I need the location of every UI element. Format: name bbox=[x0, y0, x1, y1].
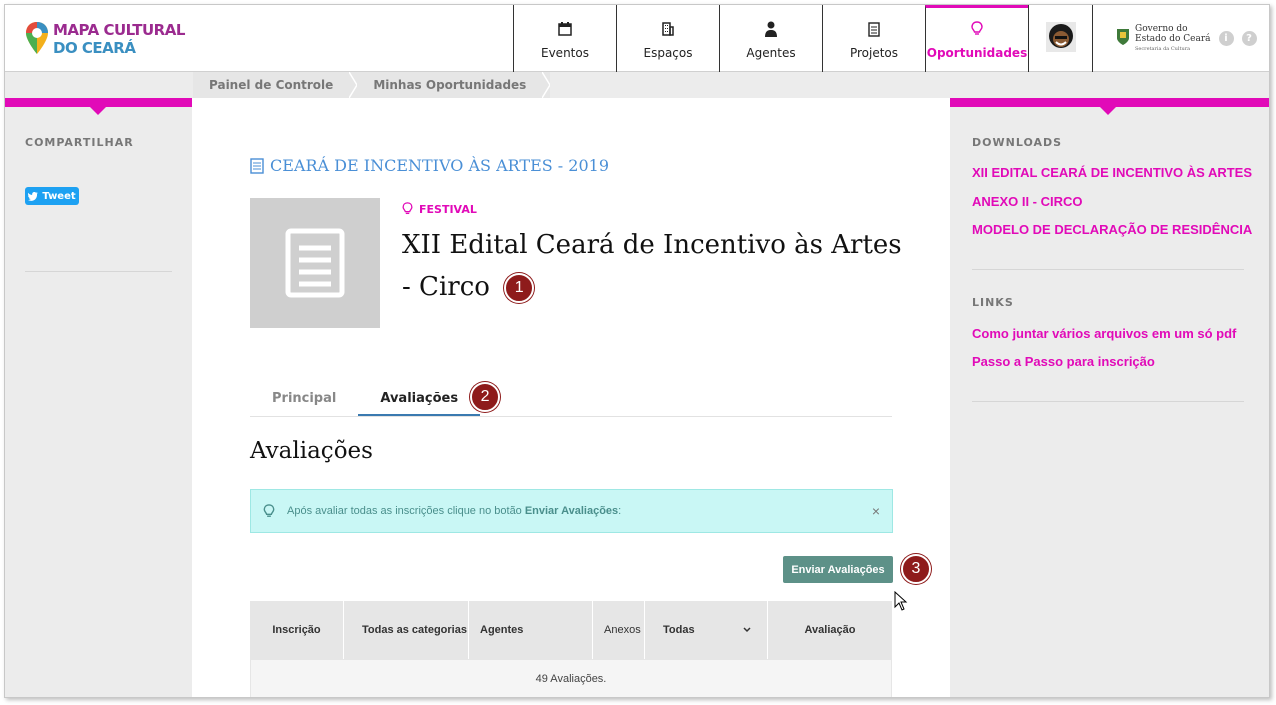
gov-line-2: Estado do Ceará bbox=[1135, 33, 1211, 44]
download-link-edital[interactable]: XII EDITAL CEARÁ DE INCENTIVO ÀS ARTES bbox=[972, 165, 1252, 180]
logo-line-2: DO CEARÁ bbox=[53, 39, 136, 57]
nav-label: Agentes bbox=[746, 46, 796, 60]
parent-project-link[interactable]: CEARÁ DE INCENTIVO ÀS ARTES - 2019 bbox=[250, 156, 609, 175]
accent-arrow bbox=[1100, 107, 1116, 115]
right-sidebar: DOWNLOADS XII EDITAL CEARÁ DE INCENTIVO … bbox=[950, 72, 1269, 697]
breadcrumb-item-oportunidades[interactable]: Minhas Oportunidades bbox=[357, 78, 542, 92]
tweet-label: Tweet bbox=[42, 190, 76, 202]
nav-projetos[interactable]: Projetos bbox=[822, 5, 925, 72]
title-line-2: - Circo bbox=[402, 272, 490, 302]
section-title: Avaliações bbox=[250, 438, 373, 464]
nav-agentes[interactable]: Agentes bbox=[719, 5, 822, 72]
mouse-cursor-icon bbox=[894, 590, 908, 615]
download-link-anexo[interactable]: ANEXO II - CIRCO bbox=[972, 194, 1083, 209]
ceara-seal-icon bbox=[1115, 28, 1131, 50]
right-divider bbox=[972, 401, 1244, 402]
column-anexos[interactable]: Anexos bbox=[593, 601, 645, 659]
document-icon bbox=[868, 20, 880, 38]
parent-project-label: CEARÁ DE INCENTIVO ÀS ARTES - 2019 bbox=[270, 156, 609, 175]
document-icon bbox=[250, 157, 264, 174]
map-pin-logo-icon bbox=[25, 21, 49, 55]
accent-arrow bbox=[90, 107, 106, 115]
alert-text: Após avaliar todas as inscrições clique … bbox=[287, 505, 522, 517]
avatar bbox=[1045, 21, 1076, 56]
breadcrumb: Painel de Controle Minhas Oportunidades bbox=[193, 72, 551, 98]
send-evaluations-button[interactable]: Enviar Avaliações bbox=[783, 556, 893, 583]
nav-oportunidades[interactable]: Oportunidades bbox=[925, 5, 1028, 72]
share-title: COMPARTILHAR bbox=[25, 136, 134, 149]
status-filter-label: Todas bbox=[663, 624, 695, 636]
title-line-1: XII Edital Ceará de Incentivo às Artes bbox=[402, 230, 902, 260]
user-avatar-button[interactable] bbox=[1028, 5, 1092, 72]
opportunity-type-label: FESTIVAL bbox=[419, 202, 477, 216]
nav-label: Eventos bbox=[541, 46, 589, 60]
building-icon bbox=[661, 20, 675, 38]
chevron-down-icon bbox=[743, 627, 751, 633]
tab-avaliacoes[interactable]: Avaliações bbox=[358, 386, 481, 416]
alert-tail: : bbox=[618, 505, 622, 517]
column-agentes[interactable]: Agentes bbox=[469, 601, 593, 659]
breadcrumb-separator-icon bbox=[542, 72, 551, 98]
downloads-title: DOWNLOADS bbox=[972, 136, 1063, 149]
logo-line-1: MAPA CULTURAL bbox=[53, 21, 185, 39]
breadcrumb-separator-icon bbox=[349, 72, 358, 98]
info-alert: Após avaliar todas as inscrições clique … bbox=[250, 489, 893, 533]
lightbulb-icon bbox=[971, 20, 983, 38]
accent-bar bbox=[950, 98, 1269, 107]
nav-label: Oportunidades bbox=[926, 46, 1028, 60]
government-logo: Governo do Estado do Ceará Secretaria da… bbox=[1092, 5, 1269, 72]
table-header: Inscrição Todas as categorias Agentes An… bbox=[250, 601, 892, 659]
logo-text: MAPA CULTURAL DO CEARÁ bbox=[53, 21, 185, 57]
gov-line-1: Governo do bbox=[1135, 23, 1188, 34]
column-inscricao[interactable]: Inscrição bbox=[250, 601, 344, 659]
breadcrumb-item-painel[interactable]: Painel de Controle bbox=[193, 78, 349, 92]
table-summary: 49 Avaliações. bbox=[250, 659, 892, 697]
download-link-declaracao[interactable]: MODELO DE DECLARAÇÃO DE RESIDÊNCIA bbox=[972, 222, 1252, 237]
column-status-filter[interactable]: Todas bbox=[645, 601, 768, 659]
main-content: CEARÁ DE INCENTIVO ÀS ARTES - 2019 FESTI… bbox=[192, 98, 950, 697]
lightbulb-icon bbox=[263, 503, 275, 517]
site-header: MAPA CULTURAL DO CEARÁ Eventos Espaços A… bbox=[5, 5, 1269, 72]
site-logo[interactable]: MAPA CULTURAL DO CEARÁ bbox=[25, 21, 185, 57]
close-icon[interactable]: × bbox=[872, 503, 880, 519]
nav-label: Projetos bbox=[849, 46, 899, 60]
links-title: LINKS bbox=[972, 296, 1014, 309]
document-placeholder-icon bbox=[285, 228, 345, 298]
nav-espacos[interactable]: Espaços bbox=[616, 5, 719, 72]
left-divider bbox=[25, 271, 172, 272]
tweet-button[interactable]: Tweet bbox=[25, 187, 79, 205]
info-icon[interactable]: i bbox=[1218, 31, 1234, 46]
column-avaliacao[interactable]: Avaliação bbox=[768, 601, 892, 659]
step-marker-1: 1 bbox=[504, 273, 535, 303]
left-sidebar: COMPARTILHAR Tweet bbox=[5, 72, 192, 697]
lightbulb-icon bbox=[402, 202, 413, 215]
column-categorias-filter[interactable]: Todas as categorias bbox=[344, 601, 469, 659]
calendar-icon bbox=[558, 20, 572, 38]
opportunity-thumbnail bbox=[250, 198, 380, 328]
help-icon[interactable]: ? bbox=[1241, 31, 1257, 46]
nav-label: Espaços bbox=[643, 46, 693, 60]
page-title: XII Edital Ceará de Incentivo às Artes -… bbox=[402, 224, 902, 308]
step-marker-3: 3 bbox=[901, 554, 931, 584]
opportunity-type: FESTIVAL bbox=[402, 202, 477, 216]
accent-bar bbox=[5, 98, 192, 107]
main-nav: Eventos Espaços Agentes Projetos Oportun… bbox=[513, 5, 1269, 72]
step-marker-2: 2 bbox=[470, 382, 501, 412]
government-text: Governo do Estado do Ceará Secretaria da… bbox=[1135, 24, 1211, 54]
link-juntar-pdf[interactable]: Como juntar vários arquivos em um só pdf bbox=[972, 326, 1236, 341]
gov-line-3: Secretaria da Cultura bbox=[1135, 45, 1191, 52]
twitter-icon bbox=[28, 191, 39, 201]
tab-principal[interactable]: Principal bbox=[250, 386, 358, 416]
person-icon bbox=[764, 20, 778, 38]
tab-bar: Principal Avaliações 2 bbox=[250, 382, 892, 417]
link-passo-a-passo[interactable]: Passo a Passo para inscrição bbox=[972, 354, 1155, 369]
nav-eventos[interactable]: Eventos bbox=[513, 5, 616, 72]
alert-bold-text: Enviar Avaliações bbox=[524, 505, 619, 517]
browser-frame: MAPA CULTURAL DO CEARÁ Eventos Espaços A… bbox=[4, 4, 1270, 698]
right-divider bbox=[972, 269, 1244, 270]
